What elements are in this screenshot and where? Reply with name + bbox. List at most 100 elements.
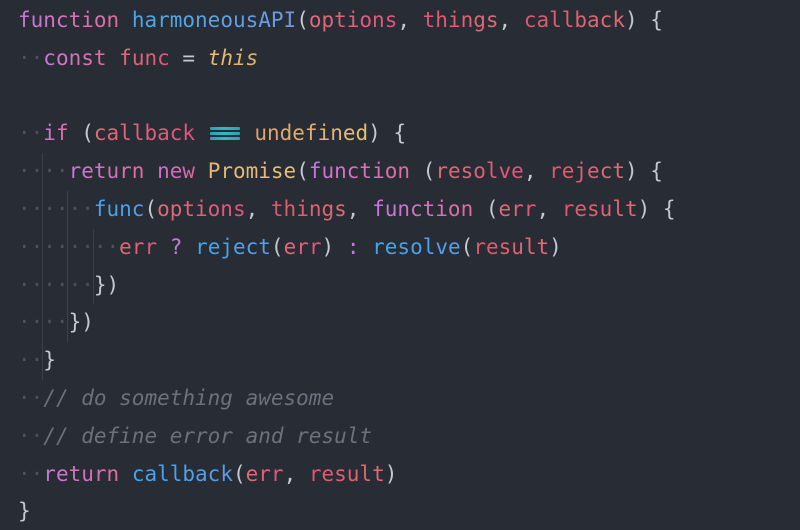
code-lines-container: function harmoneousAPI(options, things, … [0,2,800,530]
code-token-punc: ) [384,461,398,486]
code-line[interactable]: ······func(options, things, function (er… [0,190,800,229]
code-token-param2: things [422,8,499,32]
code-token-punc: }) [93,272,120,297]
indent-guide [42,228,44,267]
code-token-punc: ( [270,234,284,259]
code-line[interactable]: ····}) [0,304,800,343]
code-token-punc [144,159,157,183]
code-token-punc: ) [549,234,562,259]
whitespace-marker: ···· [18,310,69,335]
code-token-comment: // define error and result [43,423,373,448]
code-token-param2: result [561,196,638,221]
indent-guide [42,153,44,191]
code-token-punc: , [283,461,309,486]
code-token-op: ? [169,234,183,259]
code-token-param: resolve [435,159,524,184]
code-token-punc [182,235,195,259]
code-token-fn2: callback [131,461,233,486]
code-token-param2: reject [549,159,625,184]
code-token-fn2: resolve [372,234,461,259]
code-line[interactable]: ··return callback(err, result) [0,456,800,494]
whitespace-marker: ·· [18,461,44,486]
code-token-param: options [308,8,398,32]
code-token-comment: // do something awesome [43,385,335,410]
code-line[interactable]: ··if (callback undefined) { [0,115,800,153]
indent-guide [67,304,69,343]
code-token-param2: callback [523,8,625,32]
code-line[interactable] [0,78,800,116]
code-token-punc: , [245,196,271,221]
code-token-kw: return [43,461,120,486]
code-token-param: err [283,234,322,259]
code-token-punc: ) { [624,159,663,184]
code-token-fn: harmoneousAPI [131,8,297,32]
code-token-kw: function [372,196,474,221]
whitespace-marker: ······ [18,272,94,297]
code-token-param2: things [270,196,347,221]
indent-guide [92,228,94,267]
code-token-punc [119,462,132,486]
indent-guide [42,266,44,305]
code-token-punc [170,46,183,70]
code-token-param: err [245,461,284,486]
code-token-punc: ( [296,159,309,184]
whitespace-marker: ·· [18,348,44,373]
code-token-punc [107,46,120,70]
code-token-param: func [119,45,170,70]
code-token-punc: } [18,499,31,524]
code-token-kw: const [43,45,107,70]
whitespace-marker: ···· [18,159,69,184]
code-token-punc: ( [232,461,246,486]
code-token-punc: , [523,159,550,184]
code-token-kw: return [68,159,145,184]
code-line[interactable]: ··} [0,342,800,380]
code-line[interactable]: ··// define error and result [0,418,800,456]
whitespace-marker: ········ [18,234,120,259]
code-token-punc [359,235,372,259]
code-token-param: callback [93,121,196,146]
whitespace-marker: ······ [18,196,94,221]
code-line[interactable]: ····return new Promise(function (resolve… [0,153,800,191]
code-line[interactable]: ··const func = this [0,40,800,78]
code-token-punc: ( [473,196,499,221]
code-token-punc: ) { [624,8,663,32]
code-token-punc: = [182,45,196,70]
code-token-param2: result [473,234,550,259]
code-token-fn2: reject [195,234,271,259]
indent-guide [42,304,44,343]
code-token-punc: ( [296,8,309,32]
indent-guide [92,266,94,305]
code-token-punc [195,121,208,145]
code-token-punc [157,235,170,259]
code-line[interactable]: ······}) [0,266,800,305]
code-line[interactable]: ··// do something awesome [0,380,800,418]
whitespace-marker: ·· [18,423,44,448]
whitespace-marker: ·· [18,121,44,146]
indent-guide [67,190,69,229]
code-token-kw2: new [157,159,196,184]
code-token-op: : [346,234,360,259]
code-token-punc: ( [144,196,158,221]
code-token-param: err [119,234,158,259]
code-token-fn2: func [93,196,145,221]
code-token-punc: ) [321,234,335,259]
code-line[interactable]: } [0,493,800,530]
code-token-punc: ( [68,121,94,146]
code-token-punc: , [536,196,562,221]
code-token-kw: function [308,159,411,184]
code-token-this: this [207,45,259,70]
code-token-punc: ) { [637,196,676,221]
code-token-punc: }) [68,310,94,335]
indent-guide [67,228,69,267]
code-token-punc: ( [410,159,436,184]
indent-guide [42,342,44,380]
code-token-punc: } [43,348,56,373]
code-editor-surface[interactable]: function harmoneousAPI(options, things, … [0,0,800,530]
code-token-punc [334,235,347,259]
code-line[interactable]: ········err ? reject(err) : resolve(resu… [0,228,800,267]
code-line[interactable]: function harmoneousAPI(options, things, … [0,2,800,40]
code-token-param2: result [308,461,385,486]
code-token-punc: ( [460,234,474,259]
code-token-punc [195,159,208,183]
code-token-cls: Promise [207,159,297,184]
